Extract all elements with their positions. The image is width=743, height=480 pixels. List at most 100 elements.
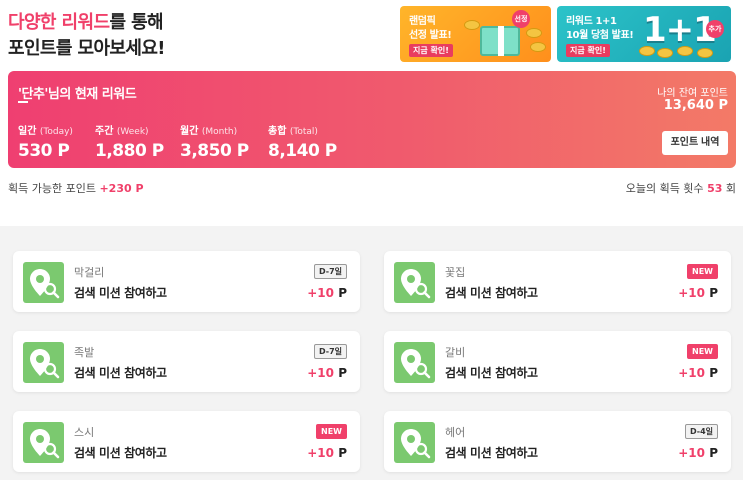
page-headline: 다양한 리워드를 통해 포인트를 모아보세요! bbox=[8, 10, 166, 62]
coin-icon bbox=[530, 42, 546, 52]
mission-badge: NEW bbox=[687, 264, 718, 279]
stat-today: 일간 (Today) 530 P bbox=[18, 122, 73, 161]
stat-week: 주간 (Week) 1,880 P bbox=[95, 122, 164, 161]
stat-label: 월간 bbox=[180, 126, 199, 137]
points-value: +10 bbox=[678, 286, 706, 300]
stat-total: 총합 (Total) 8,140 P bbox=[268, 122, 337, 161]
map-pin-search-icon bbox=[394, 422, 435, 463]
divider bbox=[18, 101, 28, 103]
map-pin-search-icon bbox=[23, 342, 64, 383]
mission-points: +10 P bbox=[307, 366, 347, 380]
mission-points: +10 P bbox=[678, 286, 718, 300]
banner-line2: 10월 당첨 발표! bbox=[566, 30, 634, 41]
stat-value: 1,880 P bbox=[95, 141, 164, 161]
today-count-value: 53 bbox=[707, 182, 723, 195]
mission-category: 헤어 bbox=[445, 426, 466, 439]
points-value: +10 bbox=[307, 446, 335, 460]
mission-title: 검색 미션 참여하고 bbox=[74, 366, 167, 380]
points-value: +10 bbox=[307, 366, 335, 380]
reward-title: '단추'님의 현재 리워드 bbox=[18, 83, 137, 102]
reward-title-rest: 님의 현재 리워드 bbox=[47, 87, 137, 102]
stat-label-en: (Today) bbox=[39, 127, 73, 137]
mission-card[interactable]: 헤어검색 미션 참여하고 D-4일 +10 P bbox=[384, 411, 731, 472]
mission-card[interactable]: 갈비검색 미션 참여하고 NEW +10 P bbox=[384, 331, 731, 392]
mission-points: +10 P bbox=[678, 446, 718, 460]
coin-icon bbox=[526, 28, 542, 38]
gift-box-icon bbox=[480, 26, 520, 56]
mission-title: 검색 미션 참여하고 bbox=[445, 446, 538, 460]
top-section: 다양한 리워드를 통해 포인트를 모아보세요! 랜덤픽 선정 발표! 지금 확인… bbox=[0, 0, 743, 226]
points-unit: P bbox=[709, 446, 718, 460]
points-unit: P bbox=[338, 366, 347, 380]
points-value: +10 bbox=[307, 286, 335, 300]
stat-label: 일간 bbox=[18, 126, 37, 137]
coin-icon bbox=[639, 46, 655, 56]
headline-line2: 포인트를 모아보세요! bbox=[8, 38, 166, 59]
today-label: 오늘의 획득 횟수 bbox=[625, 182, 704, 195]
coin-icon bbox=[657, 48, 673, 58]
coin-icon bbox=[464, 20, 480, 30]
mission-category: 꽃집 bbox=[445, 266, 466, 279]
mission-card[interactable]: 꽃집검색 미션 참여하고 NEW +10 P bbox=[384, 251, 731, 312]
coin-icon bbox=[697, 48, 713, 58]
stat-label: 주간 bbox=[95, 126, 114, 137]
stat-value: 8,140 P bbox=[268, 141, 337, 161]
reward-1plus1-banner[interactable]: 리워드 1+1 10월 당첨 발표! 지금 확인! 1+1 추가 bbox=[557, 6, 731, 62]
mission-title: 검색 미션 참여하고 bbox=[445, 286, 538, 300]
mission-category: 갈비 bbox=[445, 346, 466, 359]
mission-points: +10 P bbox=[678, 366, 718, 380]
points-unit: P bbox=[709, 366, 718, 380]
points-value: +10 bbox=[678, 366, 706, 380]
mission-points: +10 P bbox=[307, 286, 347, 300]
mission-category: 족발 bbox=[74, 346, 95, 359]
current-reward-card: '단추'님의 현재 리워드 일간 (Today) 530 P 주간 (Week)… bbox=[8, 71, 736, 168]
mission-badge: D-7일 bbox=[313, 264, 347, 279]
banner-badge: 선정 bbox=[512, 10, 530, 28]
mission-badge: D-7일 bbox=[313, 344, 347, 359]
today-count: 오늘의 획득 횟수 53 회 bbox=[626, 180, 736, 196]
mission-points: +10 P bbox=[307, 446, 347, 460]
random-pick-banner[interactable]: 랜덤픽 선정 발표! 지금 확인! 선정 bbox=[400, 6, 551, 62]
stat-value: 530 P bbox=[18, 141, 70, 161]
points-unit: P bbox=[338, 446, 347, 460]
points-unit: P bbox=[709, 286, 718, 300]
banner-line1: 랜덤픽 bbox=[409, 16, 436, 27]
banner-check-button[interactable]: 지금 확인! bbox=[566, 44, 610, 57]
point-history-button[interactable]: 포인트 내역 bbox=[662, 131, 728, 155]
available-label: 획득 가능한 포인트 bbox=[8, 182, 96, 195]
points-value: +10 bbox=[678, 446, 706, 460]
mission-card[interactable]: 스시검색 미션 참여하고 NEW +10 P bbox=[13, 411, 360, 472]
mission-title: 검색 미션 참여하고 bbox=[74, 286, 167, 300]
stat-label-en: (Total) bbox=[289, 127, 318, 137]
stat-label-en: (Month) bbox=[201, 127, 238, 137]
mission-card[interactable]: 막걸리검색 미션 참여하고 D-7일 +10 P bbox=[13, 251, 360, 312]
banner-big-text: 1+1 bbox=[643, 10, 717, 50]
mission-card[interactable]: 족발검색 미션 참여하고 D-7일 +10 P bbox=[13, 331, 360, 392]
available-value: +230 P bbox=[99, 182, 144, 195]
available-points: 획득 가능한 포인트 +230 P bbox=[8, 180, 144, 196]
mission-title: 검색 미션 참여하고 bbox=[445, 366, 538, 380]
banner-line2: 선정 발표! bbox=[409, 30, 452, 41]
mission-category: 스시 bbox=[74, 426, 95, 439]
headline-accent: 다양한 리워드 bbox=[8, 12, 110, 33]
balance-value: 13,640 P bbox=[663, 98, 728, 113]
stat-month: 월간 (Month) 3,850 P bbox=[180, 122, 249, 161]
stat-value: 3,850 P bbox=[180, 141, 249, 161]
mission-list: 막걸리검색 미션 참여하고 D-7일 +10 P 꽃집검색 미션 참여하고 NEW +10… bbox=[0, 226, 743, 480]
mission-title: 검색 미션 참여하고 bbox=[74, 446, 167, 460]
points-unit: P bbox=[338, 286, 347, 300]
banner-check-button[interactable]: 지금 확인! bbox=[409, 44, 453, 57]
map-pin-search-icon bbox=[23, 262, 64, 303]
mission-badge: NEW bbox=[687, 344, 718, 359]
banner-badge: 추가 bbox=[706, 20, 724, 38]
mission-category: 막걸리 bbox=[74, 266, 105, 279]
mission-badge: D-4일 bbox=[684, 424, 718, 439]
map-pin-search-icon bbox=[23, 422, 64, 463]
today-count-unit: 회 bbox=[725, 182, 736, 195]
map-pin-search-icon bbox=[394, 342, 435, 383]
map-pin-search-icon bbox=[394, 262, 435, 303]
stat-label-en: (Week) bbox=[116, 127, 149, 137]
mission-badge: NEW bbox=[316, 424, 347, 439]
stat-label: 총합 bbox=[268, 126, 287, 137]
reward-user: '단추' bbox=[18, 87, 48, 102]
